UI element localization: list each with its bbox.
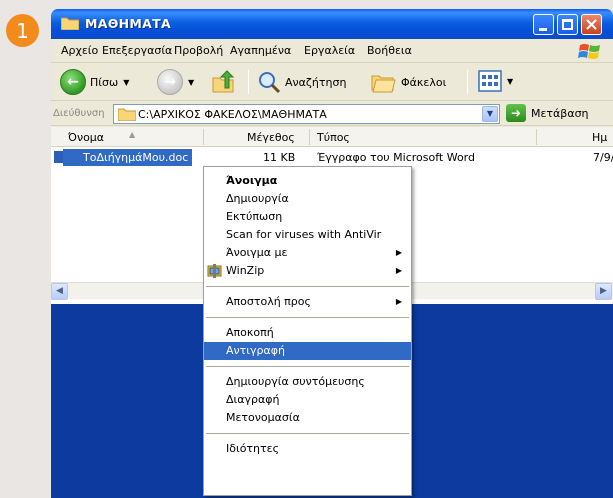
menu-separator: [206, 317, 409, 318]
menu-item-label: Άνοιγμα: [226, 174, 278, 187]
chevron-down-icon: ▼: [188, 77, 195, 87]
go-arrow-icon: ➜: [506, 104, 526, 122]
file-size: 11 KB: [263, 151, 296, 164]
sort-arrow-icon: ▲: [129, 130, 136, 139]
windows-logo-icon: [578, 44, 600, 59]
menu-separator: [206, 433, 409, 434]
menu-item-label: Αντιγραφή: [226, 344, 285, 357]
search-label: Αναζήτηση: [285, 75, 347, 89]
menu-item-label: Εκτύπωση: [226, 210, 283, 223]
chevron-down-icon: ▼: [507, 76, 514, 86]
close-icon: [586, 19, 597, 30]
column-size[interactable]: Μέγεθος: [247, 131, 295, 144]
address-field[interactable]: C:\ΑΡΧΙΚΟΣ ΦΑΚΕΛΟΣ\ΜΑΘΗΜΑΤΑ ▼: [113, 104, 500, 124]
menu-item-label: Δημιουργία συντόμευσης: [226, 375, 365, 388]
submenu-arrow-icon: ▶: [395, 266, 402, 275]
menu-item-label: Αποστολή προς: [226, 295, 311, 308]
address-dropdown-button[interactable]: ▼: [482, 106, 498, 122]
menu-separator: [206, 286, 409, 287]
folder-up-icon: [212, 70, 235, 93]
file-name: ΤοΔιήγημάΜου.doc: [63, 149, 193, 166]
back-label: Πίσω: [90, 75, 119, 89]
column-name[interactable]: Όνομα: [68, 131, 104, 144]
submenu-arrow-icon: ▶: [395, 248, 402, 257]
address-bar: Διεύθυνση C:\ΑΡΧΙΚΟΣ ΦΑΚΕΛΟΣ\ΜΑΘΗΜΑΤΑ ▼ …: [51, 102, 613, 126]
views-button[interactable]: ▼: [478, 70, 513, 92]
address-value: C:\ΑΡΧΙΚΟΣ ΦΑΚΕΛΟΣ\ΜΑΘΗΜΑΤΑ: [138, 108, 327, 121]
menu-tools[interactable]: Εργαλεία: [304, 44, 355, 57]
menu-item-send-to[interactable]: Αποστολή προς ▶: [204, 293, 411, 311]
column-type[interactable]: Τύπος: [317, 131, 350, 144]
column-header: Όνομα ▲ Μέγεθος Τύπος Ημ: [51, 127, 613, 147]
menu-file[interactable]: Αρχείο: [61, 44, 98, 57]
maximize-button[interactable]: [557, 14, 578, 35]
menu-item-label: Δημιουργία: [226, 192, 289, 205]
folders-icon: [371, 75, 396, 93]
menu-item-print[interactable]: Εκτύπωση: [204, 208, 411, 226]
address-label: Διεύθυνση: [53, 108, 105, 119]
menu-item-open-with[interactable]: Άνοιγμα με ▶: [204, 244, 411, 262]
menu-favorites[interactable]: Αγαπημένα: [230, 44, 291, 57]
winzip-icon: [207, 264, 222, 278]
menu-item-cut[interactable]: Αποκοπή: [204, 324, 411, 342]
menu-item-label: WinZip: [226, 264, 265, 277]
folders-label: Φάκελοι: [401, 75, 447, 89]
menu-item-scan-antivir[interactable]: Scan for viruses with AntiVir: [204, 226, 411, 244]
menu-item-delete[interactable]: Διαγραφή: [204, 391, 411, 409]
menu-edit[interactable]: Επεξεργασία: [102, 44, 172, 57]
menu-item-label: Αποκοπή: [226, 326, 274, 339]
back-button[interactable]: ← Πίσω ▼: [60, 69, 129, 95]
go-label: Μετάβαση: [531, 106, 589, 120]
menu-item-label: Διαγραφή: [226, 393, 280, 406]
minimize-button[interactable]: [533, 14, 554, 35]
menu-item-label: Scan for viruses with AntiVir: [226, 228, 382, 241]
close-button[interactable]: [581, 14, 602, 35]
menu-item-copy[interactable]: Αντιγραφή: [204, 342, 411, 360]
chevron-down-icon: ▼: [123, 77, 130, 87]
scroll-right-button[interactable]: ▶: [595, 283, 612, 300]
file-type: Έγγραφο του Microsoft Word: [317, 151, 475, 164]
menu-bar: Αρχείο Επεξεργασία Προβολή Αγαπημένα Εργ…: [51, 39, 613, 63]
folders-button[interactable]: Φάκελοι: [371, 70, 446, 94]
column-date[interactable]: Ημ: [592, 131, 607, 144]
up-folder-button[interactable]: [211, 70, 237, 94]
file-date: 7/9/: [593, 151, 613, 164]
menu-help[interactable]: Βοήθεια: [367, 44, 412, 57]
menu-item-properties[interactable]: Ιδιότητες: [204, 440, 411, 458]
search-button[interactable]: Αναζήτηση: [257, 70, 346, 94]
menu-item-open[interactable]: Άνοιγμα: [204, 172, 411, 190]
title-bar[interactable]: ΜΑΘΗΜΑΤΑ: [51, 9, 613, 39]
explorer-window: ΜΑΘΗΜΑΤΑ Αρχείο Επεξεργασία Προβολή Αγαπ…: [51, 9, 613, 498]
menu-item-create-shortcut[interactable]: Δημιουργία συντόμευσης: [204, 373, 411, 391]
back-arrow-icon: ←: [60, 69, 86, 95]
menu-separator: [206, 366, 409, 367]
views-icon: [478, 70, 502, 92]
menu-item-label: Ιδιότητες: [226, 442, 280, 455]
folder-icon: [118, 108, 136, 121]
step-number-badge: 1: [6, 14, 39, 47]
menu-item-label: Άνοιγμα με: [226, 246, 288, 259]
menu-view[interactable]: Προβολή: [174, 44, 223, 57]
context-menu: Άνοιγμα Δημιουργία Εκτύπωση Scan for vir…: [203, 166, 412, 496]
window-title: ΜΑΘΗΜΑΤΑ: [85, 16, 171, 31]
menu-item-new[interactable]: Δημιουργία: [204, 190, 411, 208]
toolbar: ← Πίσω ▼ → ▼ Αναζήτηση Φάκελοι ▼: [51, 64, 613, 101]
folder-icon: [61, 17, 79, 30]
scroll-left-button[interactable]: ◀: [51, 283, 68, 300]
forward-button[interactable]: → ▼: [157, 69, 194, 95]
submenu-arrow-icon: ▶: [395, 297, 402, 306]
menu-item-rename[interactable]: Μετονομασία: [204, 409, 411, 427]
go-button[interactable]: ➜ Μετάβαση: [506, 104, 589, 122]
forward-arrow-icon: →: [157, 69, 183, 95]
search-icon: [259, 72, 281, 94]
menu-item-label: Μετονομασία: [226, 411, 300, 424]
menu-item-winzip[interactable]: WinZip ▶: [204, 262, 411, 280]
file-row[interactable]: ΤοΔιήγημάΜου.doc 11 KB Έγγραφο του Micro…: [51, 149, 613, 167]
